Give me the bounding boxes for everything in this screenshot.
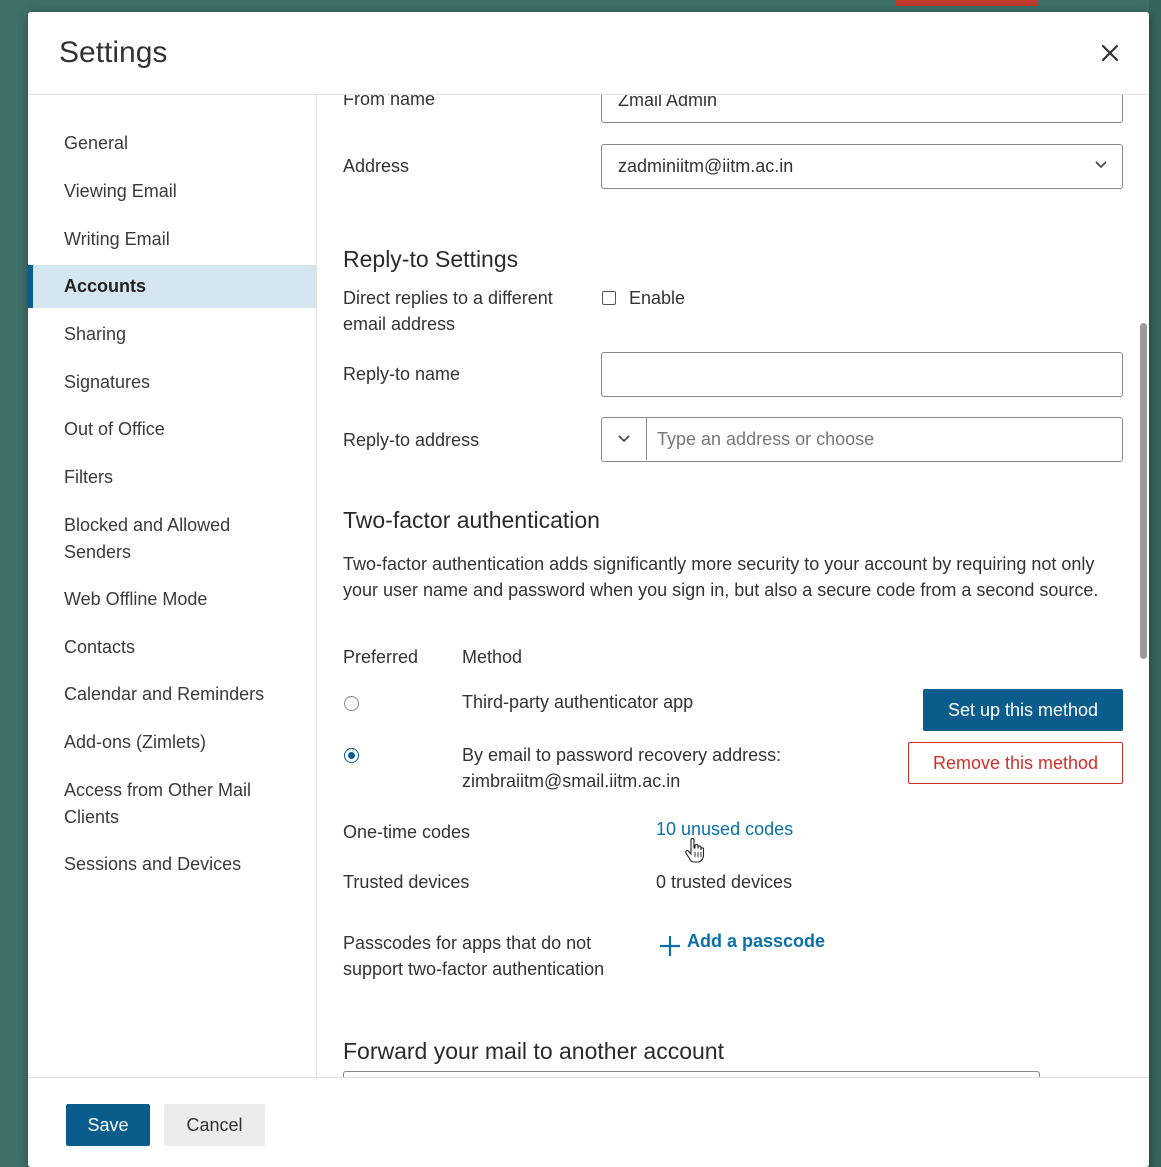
reply-to-address-placeholder: Type an address or choose xyxy=(657,429,875,449)
sidebar-item-sharing[interactable]: Sharing xyxy=(28,321,316,348)
hand-pointer-icon xyxy=(685,838,705,863)
sidebar-item-filters[interactable]: Filters xyxy=(28,464,316,491)
background-top-accent xyxy=(895,0,1038,6)
reply-to-title: Reply-to Settings xyxy=(343,246,519,272)
dialog-title: Settings xyxy=(59,36,168,69)
dialog-header: Settings xyxy=(28,12,1149,95)
sidebar-item-general[interactable]: General xyxy=(28,130,316,157)
remove-method-button[interactable]: Remove this method xyxy=(908,742,1123,784)
sidebar-item-writing-email[interactable]: Writing Email xyxy=(28,226,316,253)
reply-to-name-label: Reply-to name xyxy=(343,364,461,384)
set-up-method-button[interactable]: Set up this method xyxy=(923,689,1123,731)
sidebar-item-signatures[interactable]: Signatures xyxy=(28,369,316,396)
preferred-column-header: Preferred xyxy=(343,647,419,667)
settings-content: From name Zmail Admin Address zadminiitm… xyxy=(317,95,1149,1077)
address-label: Address xyxy=(343,156,410,176)
sidebar-item-out-of-office[interactable]: Out of Office xyxy=(28,416,316,443)
sidebar-item-blocked-allowed-senders[interactable]: Blocked and Allowed Senders xyxy=(28,512,278,566)
reply-to-address-dropdown[interactable] xyxy=(602,418,647,460)
settings-dialog: Settings General Viewing Email Writing E… xyxy=(28,12,1149,1167)
sidebar-item-sessions-devices[interactable]: Sessions and Devices xyxy=(28,851,316,878)
background-left xyxy=(0,0,28,1167)
from-name-label: From name xyxy=(343,95,436,109)
add-passcode-label: Add a passcode xyxy=(687,931,826,951)
background-right xyxy=(1149,0,1161,1167)
direct-replies-label: Direct replies to a different email addr… xyxy=(343,288,553,334)
one-time-codes-label: One-time codes xyxy=(343,822,471,842)
save-button[interactable]: Save xyxy=(66,1104,150,1146)
dialog-footer: Save Cancel xyxy=(28,1077,1149,1167)
trusted-devices-value: 0 trusted devices xyxy=(656,872,793,892)
unused-codes-link[interactable]: 10 unused codes xyxy=(656,819,793,840)
address-select[interactable]: zadminiitm@iitm.ac.in xyxy=(601,144,1123,189)
content-scrollbar[interactable] xyxy=(1140,323,1147,659)
method-email-radio[interactable] xyxy=(344,748,359,763)
sidebar-item-access-other-clients[interactable]: Access from Other Mail Clients xyxy=(28,777,288,831)
chevron-down-icon xyxy=(618,435,630,443)
two-factor-title: Two-factor authentication xyxy=(343,507,600,533)
sidebar-item-viewing-email[interactable]: Viewing Email xyxy=(28,178,316,205)
sidebar-item-calendar-reminders[interactable]: Calendar and Reminders xyxy=(28,681,316,708)
cancel-button[interactable]: Cancel xyxy=(164,1104,265,1146)
close-button[interactable] xyxy=(1095,38,1125,68)
reply-to-name-field[interactable] xyxy=(601,352,1123,397)
reply-to-address-label: Reply-to address xyxy=(343,430,480,450)
sidebar-item-contacts[interactable]: Contacts xyxy=(28,634,316,661)
address-value: zadminiitm@iitm.ac.in xyxy=(618,156,794,176)
two-factor-description: Two-factor authentication adds significa… xyxy=(343,554,1099,600)
enable-label: Enable xyxy=(629,288,686,308)
enable-checkbox[interactable] xyxy=(602,291,616,305)
settings-sidebar: General Viewing Email Writing Email Acco… xyxy=(28,95,317,1077)
from-name-field[interactable]: Zmail Admin xyxy=(601,95,1123,123)
from-name-value: Zmail Admin xyxy=(618,95,718,110)
passcodes-label: Passcodes for apps that do not support t… xyxy=(343,933,605,979)
chevron-down-icon xyxy=(1095,161,1107,169)
sidebar-item-accounts[interactable]: Accounts xyxy=(28,265,316,308)
close-icon xyxy=(1101,44,1119,62)
sidebar-item-add-ons[interactable]: Add-ons (Zimlets) xyxy=(28,729,316,756)
sidebar-item-web-offline-mode[interactable]: Web Offline Mode xyxy=(28,586,316,613)
trusted-devices-label: Trusted devices xyxy=(343,872,470,892)
method-authenticator-radio[interactable] xyxy=(344,696,359,711)
method-column-header: Method xyxy=(462,647,523,667)
method-email-label: By email to password recovery address: z… xyxy=(462,745,782,791)
forward-title: Forward your mail to another account xyxy=(343,1038,724,1064)
plus-icon xyxy=(660,936,680,956)
reply-to-address-field[interactable]: Type an address or choose xyxy=(601,417,1123,462)
method-authenticator-label: Third-party authenticator app xyxy=(462,692,694,712)
